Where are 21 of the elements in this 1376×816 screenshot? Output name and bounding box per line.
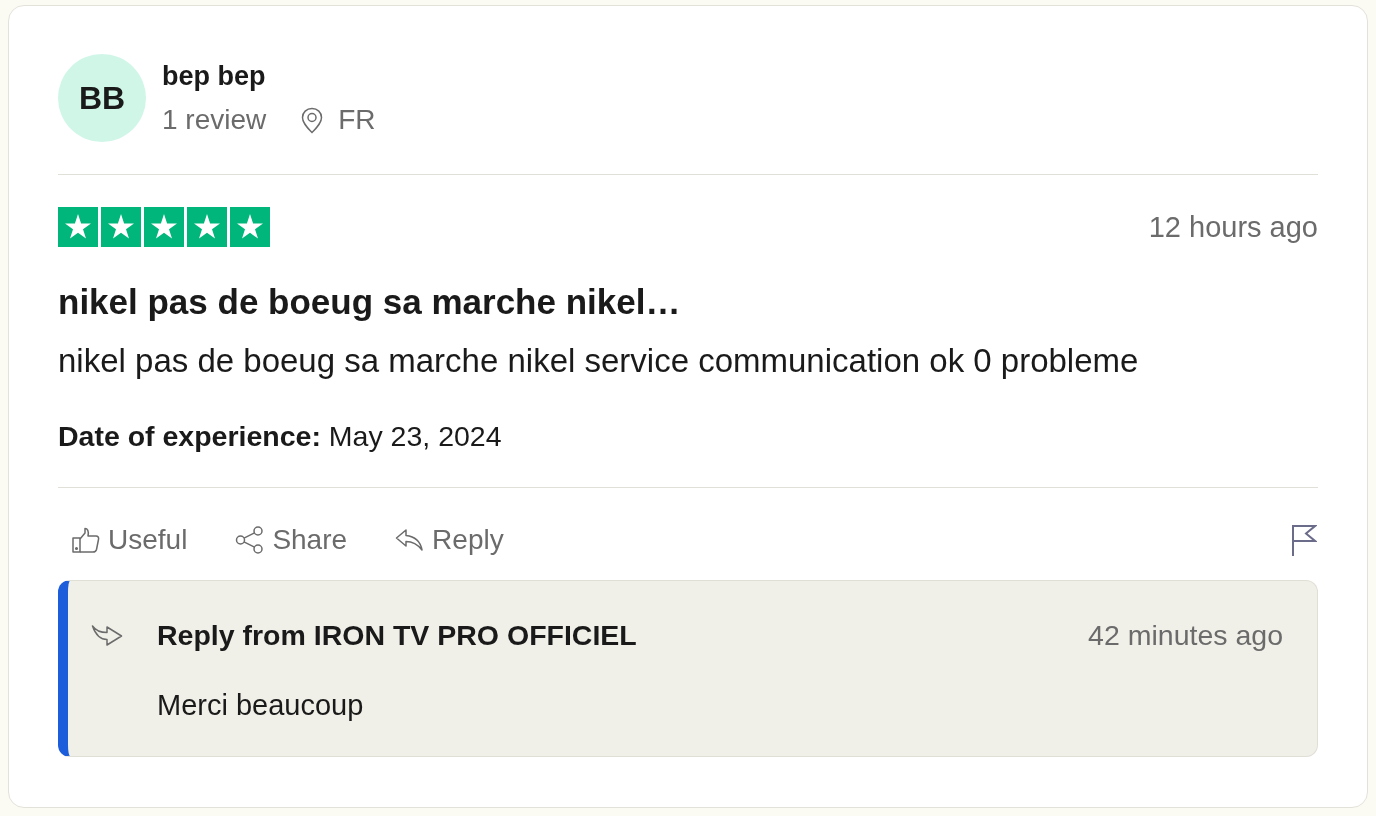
reply-arrow-icon bbox=[91, 622, 123, 648]
share-icon bbox=[235, 526, 265, 554]
review-count: 1 review bbox=[162, 104, 267, 136]
reply-text: Merci beaucoup bbox=[157, 688, 365, 722]
reply-button[interactable]: Reply bbox=[381, 518, 518, 562]
report-button[interactable] bbox=[1291, 524, 1317, 556]
country-code: FR bbox=[338, 104, 376, 136]
reviewer-name[interactable]: bep bep bbox=[162, 60, 376, 92]
location-pin-icon bbox=[301, 106, 324, 134]
flag-icon bbox=[1291, 524, 1317, 556]
reply-time: 42 minutes ago bbox=[1088, 618, 1283, 652]
review-title: nikel pas de boeug sa marche nikel… bbox=[58, 281, 682, 323]
review-time: 12 hours ago bbox=[1148, 210, 1318, 244]
reply-title: Reply from IRON TV PRO OFFICIEL bbox=[157, 618, 637, 652]
review-text: nikel pas de boeug sa marche nikel service communication ok 0 probleme bbox=[58, 341, 1140, 381]
share-button[interactable]: Share bbox=[221, 518, 362, 562]
avatar: BB bbox=[58, 54, 146, 142]
useful-button[interactable]: Useful bbox=[58, 518, 202, 562]
thumbs-up-icon bbox=[72, 527, 100, 553]
reply-arrow-icon bbox=[395, 528, 425, 552]
experience-date: Date of experience: May 23, 2024 bbox=[58, 419, 503, 454]
